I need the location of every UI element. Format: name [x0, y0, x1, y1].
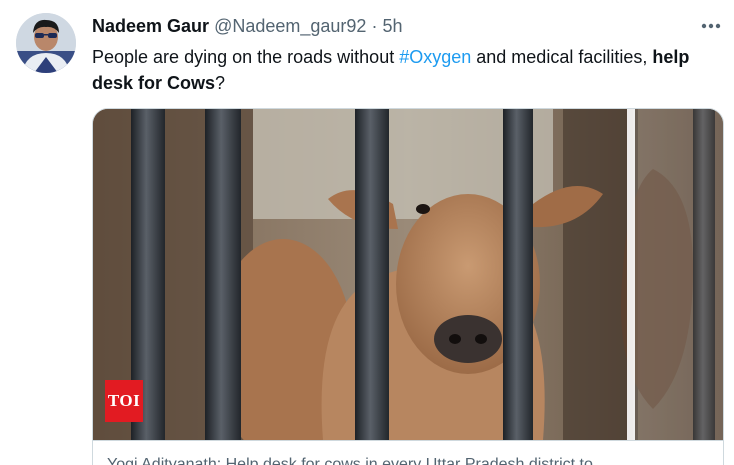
tweet[interactable]: Nadeem Gaur @Nadeem_gaur92 · 5h People a…	[0, 0, 734, 465]
author-name[interactable]: Nadeem Gaur	[92, 16, 209, 36]
card-image[interactable]: TOI	[93, 109, 723, 440]
more-horizontal-icon	[701, 23, 721, 29]
tweet-timestamp[interactable]: 5h	[382, 16, 402, 36]
avatar[interactable]	[16, 13, 76, 73]
card-title[interactable]: Yogi Adityanath: Help desk for cows in e…	[107, 454, 717, 465]
author-handle[interactable]: @Nadeem_gaur92	[214, 16, 366, 36]
tweet-text-segment: and medical facilities,	[471, 47, 653, 67]
hashtag-link[interactable]: #Oxygen	[399, 47, 471, 67]
toi-badge: TOI	[105, 380, 143, 422]
calf-photo	[93, 109, 723, 440]
tweet-text-segment: ?	[215, 73, 226, 93]
avatar-image	[16, 13, 76, 73]
tweet-text: People are dying on the roads without #O…	[92, 44, 724, 96]
more-options-button[interactable]	[698, 17, 724, 35]
header-separator: ·	[371, 16, 378, 36]
tweet-text-segment: People are dying on the roads without	[92, 47, 400, 67]
card-divider	[93, 440, 723, 441]
tweet-header: Nadeem Gaur @Nadeem_gaur92 · 5h	[92, 14, 403, 38]
link-card[interactable]: TOI Yogi Adityanath: Help desk for cows …	[92, 108, 724, 465]
